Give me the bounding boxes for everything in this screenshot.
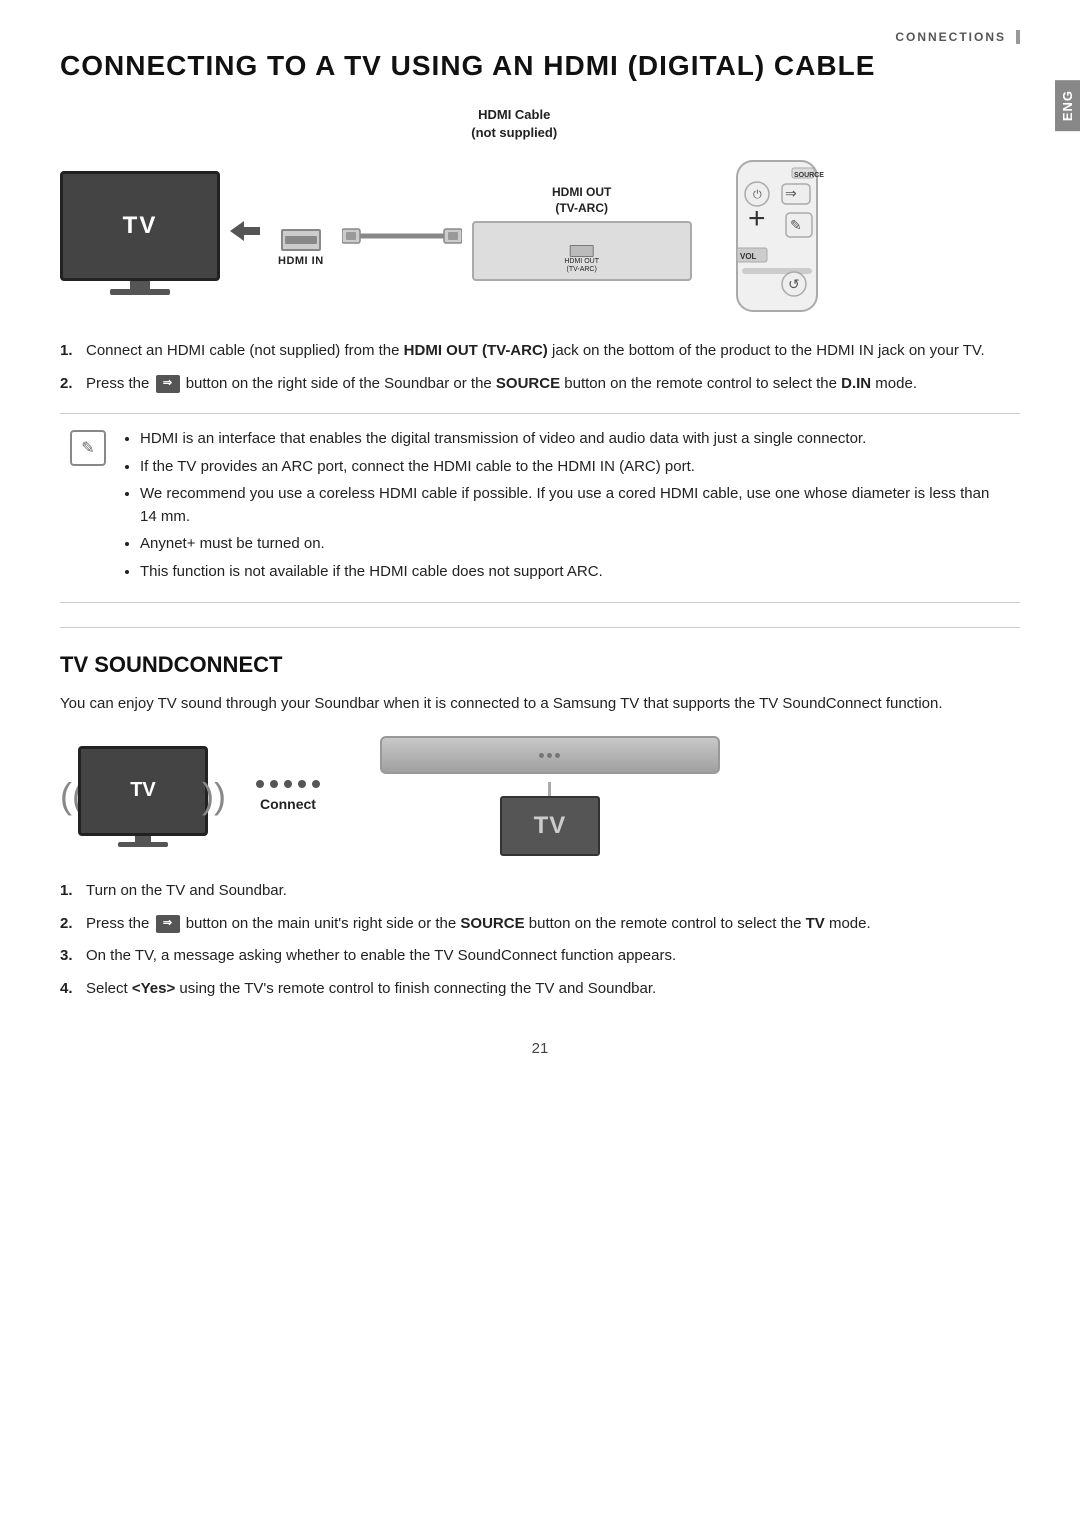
svg-text:↺: ↺	[788, 276, 800, 292]
sc-step2: 2. Press the ⇒ button on the main unit's…	[60, 913, 1020, 936]
cable-label: HDMI Cable (not supplied)	[471, 106, 557, 142]
sc-tv-label: TV	[130, 779, 156, 802]
step1-text: Connect an HDMI cable (not supplied) fro…	[86, 340, 1020, 363]
sc-connect-area: Connect	[256, 780, 320, 812]
hdmi-out-label-top: HDMI OUT (TV-ARC)	[552, 185, 611, 216]
page-header: CONNECTIONS	[60, 30, 1020, 44]
hdmi-out-port-box	[570, 245, 594, 257]
sc-step2-bold-tv: TV	[806, 915, 825, 932]
sc-tv-screen: TV	[78, 746, 208, 836]
note-4: Anynet+ must be turned on.	[140, 533, 1010, 556]
sc-step1-text: Turn on the TV and Soundbar.	[86, 880, 1020, 903]
note-2: If the TV provides an ARC port, connect …	[140, 456, 1010, 479]
sc-step4: 4. Select <Yes> using the TV's remote co…	[60, 978, 1020, 1001]
source-button-icon-1: ⇒	[156, 375, 180, 393]
tv-device: TV	[60, 171, 220, 295]
tv-stand-base	[110, 289, 170, 295]
note-1: HDMI is an interface that enables the di…	[140, 428, 1010, 451]
sc-tv-device: TV	[78, 746, 208, 847]
sc-step4-num: 4.	[60, 978, 78, 1001]
section-divider	[60, 627, 1020, 628]
step2-bold-din: D.IN	[841, 375, 871, 392]
sc-dot-5	[312, 780, 320, 788]
tv-stand-neck	[130, 281, 150, 289]
step2-bold-source: SOURCE	[496, 375, 560, 392]
hdmi-out-port: HDMI OUT (TV-ARC)	[564, 245, 599, 275]
hdmi-diagram: HDMI Cable (not supplied) TV HDMI IN	[60, 106, 1020, 320]
sc-step2-bold-source: SOURCE	[460, 915, 524, 932]
svg-text:SOURCE: SOURCE	[794, 172, 824, 179]
notes-icon: ✎	[70, 430, 106, 466]
sc-left: (( TV ))	[60, 746, 226, 847]
remote-control: SOURCE ⏻ ⇒ + ✎ VOL ↺	[722, 156, 837, 320]
sc-step3: 3. On the TV, a message asking whether t…	[60, 945, 1020, 968]
arrow-left	[230, 221, 260, 245]
note-5: This function is not available if the HD…	[140, 561, 1010, 584]
connections-label: CONNECTIONS	[895, 30, 1020, 44]
step1-num: 1.	[60, 340, 78, 363]
svg-text:⏻: ⏻	[753, 189, 762, 201]
tv-screen: TV	[60, 171, 220, 281]
cable-label-line1: HDMI Cable	[478, 107, 550, 122]
sc-tv-stand-neck	[135, 836, 151, 842]
eng-tab: ENG	[1055, 80, 1080, 131]
source-button-icon-2: ⇒	[156, 915, 180, 933]
svg-text:VOL: VOL	[740, 252, 757, 261]
step2: 2. Press the ⇒ button on the right side …	[60, 373, 1020, 396]
sc-dot-2	[270, 780, 278, 788]
notes-content: HDMI is an interface that enables the di…	[122, 428, 1010, 588]
sc-connector	[548, 782, 551, 796]
sc-connect-label: Connect	[260, 796, 316, 812]
section1-steps: 1. Connect an HDMI cable (not supplied) …	[60, 340, 1020, 395]
notes-box: ✎ HDMI is an interface that enables the …	[60, 413, 1020, 603]
tv-label: TV	[123, 212, 158, 240]
step1: 1. Connect an HDMI cable (not supplied) …	[60, 340, 1020, 363]
soundconnect-diagram: (( TV )) Connect TV	[60, 736, 1020, 856]
section2-intro: You can enjoy TV sound through your Soun…	[60, 692, 1020, 716]
sc-step1-num: 1.	[60, 880, 78, 903]
sc-step3-num: 3.	[60, 945, 78, 968]
sc-dots	[256, 780, 320, 788]
section2-steps: 1. Turn on the TV and Soundbar. 2. Press…	[60, 880, 1020, 1000]
section2-title: TV SOUNDCONNECT	[60, 652, 1020, 678]
svg-text:✎: ✎	[790, 217, 802, 233]
hdmi-in-label: HDMI IN	[278, 255, 324, 267]
soundbar-box: HDMI OUT (TV-ARC)	[472, 221, 692, 281]
hdmi-in-port	[281, 229, 321, 251]
sc-dot-3	[284, 780, 292, 788]
sc-step4-text: Select <Yes> using the TV's remote contr…	[86, 978, 1020, 1001]
section1-title: CONNECTING TO A TV USING AN HDMI (DIGITA…	[60, 50, 1020, 82]
hdmi-cable	[342, 221, 462, 255]
note-3: We recommend you use a coreless HDMI cab…	[140, 483, 1010, 528]
wave-right-icon: ))	[202, 775, 226, 817]
soundbar-device: HDMI OUT (TV-ARC) HDMI OUT (TV-ARC)	[472, 185, 692, 280]
sc-step1: 1. Turn on the TV and Soundbar.	[60, 880, 1020, 903]
svg-text:⇒: ⇒	[785, 185, 797, 201]
sc-step3-text: On the TV, a message asking whether to e…	[86, 945, 1020, 968]
sc-soundbar-bar	[380, 736, 720, 774]
step2-text: Press the ⇒ button on the right side of …	[86, 373, 1020, 396]
sc-right: TV	[350, 736, 750, 856]
sc-step4-bold-yes: <Yes>	[132, 980, 175, 997]
step1-bold1: HDMI OUT (TV-ARC)	[404, 342, 548, 359]
sc-tv-screen-below: TV	[500, 796, 600, 856]
sc-dot-1	[256, 780, 264, 788]
sc-tv-stand-base	[118, 842, 168, 847]
sc-step2-text: Press the ⇒ button on the main unit's ri…	[86, 913, 1020, 936]
step2-num: 2.	[60, 373, 78, 396]
svg-text:+: +	[748, 202, 766, 235]
hdmi-in-port-area: HDMI IN	[278, 229, 324, 267]
cable-label-line2: (not supplied)	[471, 125, 557, 140]
sc-screen-label: TV	[534, 812, 567, 840]
hdmi-in-port-inner	[285, 236, 317, 244]
sc-dot-4	[298, 780, 306, 788]
notes-list: HDMI is an interface that enables the di…	[122, 428, 1010, 583]
page-number: 21	[60, 1040, 1020, 1057]
hdmi-out-port-label: HDMI OUT (TV-ARC)	[564, 258, 599, 275]
sc-step2-num: 2.	[60, 913, 78, 936]
